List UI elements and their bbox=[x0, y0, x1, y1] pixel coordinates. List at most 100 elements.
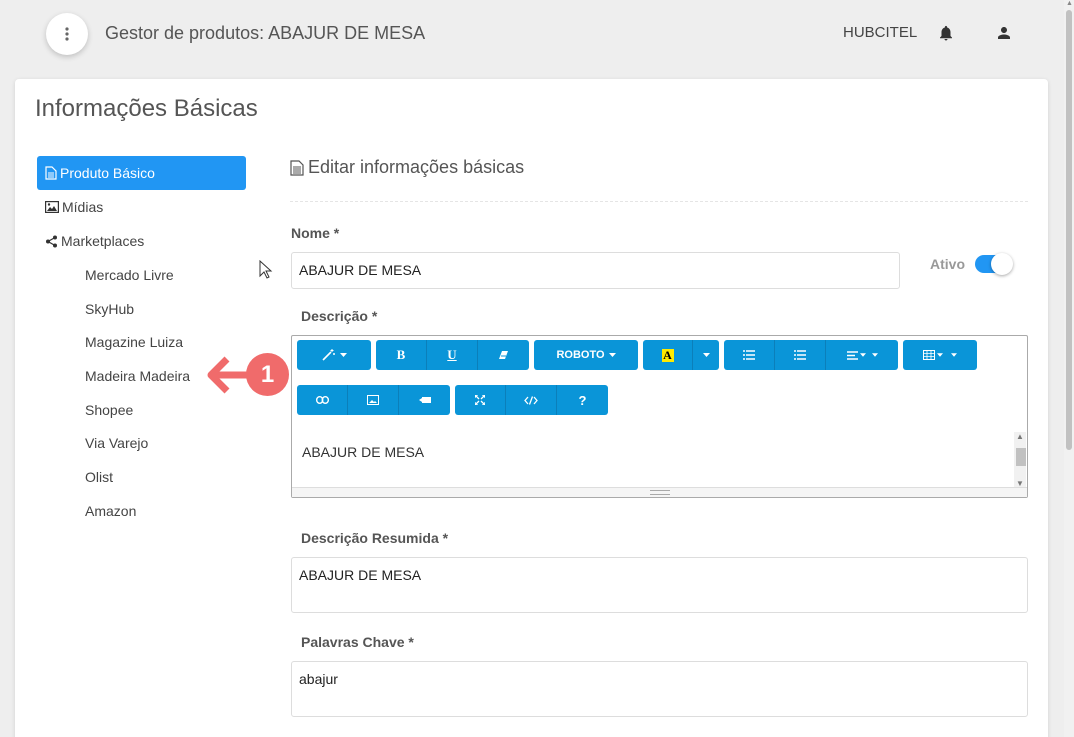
more-vert-icon bbox=[65, 27, 69, 41]
view-group: ? bbox=[455, 385, 608, 415]
ativo-label: Ativo bbox=[930, 256, 965, 272]
file-icon bbox=[290, 159, 304, 176]
palavras-field[interactable]: abajur bbox=[291, 661, 1028, 717]
fullscreen-button[interactable] bbox=[455, 385, 506, 415]
link-button[interactable] bbox=[297, 385, 348, 415]
sidebar-item-midias[interactable]: Mídias bbox=[37, 190, 246, 224]
help-button[interactable]: ? bbox=[557, 385, 608, 415]
link-icon bbox=[315, 396, 329, 404]
list-number-icon bbox=[794, 350, 806, 360]
caret-down-icon bbox=[702, 353, 710, 357]
marketplace-item[interactable]: Magazine Luiza bbox=[37, 325, 246, 359]
resumida-label: Descrição Resumida * bbox=[301, 530, 449, 546]
unordered-list-button[interactable] bbox=[724, 340, 775, 370]
caret-down-icon bbox=[871, 353, 878, 357]
page-title: Gestor de produtos: ABAJUR DE MESA bbox=[105, 23, 426, 43]
descricao-label: Descrição * bbox=[301, 308, 378, 324]
paragraph-group bbox=[724, 340, 898, 370]
insert-group bbox=[297, 385, 450, 415]
font-style-group: B U bbox=[376, 340, 529, 370]
bell-icon[interactable] bbox=[937, 24, 955, 42]
code-icon bbox=[524, 395, 538, 405]
scroll-up-icon[interactable]: ▲ bbox=[1066, 0, 1073, 7]
editor-content[interactable]: ABAJUR DE MESA bbox=[302, 444, 424, 460]
highlight-color-button[interactable]: A bbox=[643, 340, 693, 370]
text-color-icon: A bbox=[661, 347, 674, 362]
image-button[interactable] bbox=[348, 385, 399, 415]
video-button[interactable] bbox=[399, 385, 450, 415]
fullscreen-icon bbox=[475, 395, 485, 405]
marketplace-item[interactable]: Olist bbox=[37, 460, 246, 494]
eraser-icon bbox=[498, 351, 508, 359]
section-title-text: Editar informações básicas bbox=[308, 157, 525, 177]
grip-icon bbox=[649, 490, 670, 495]
magic-wand-icon bbox=[321, 349, 335, 361]
rich-text-editor[interactable]: B U ROBOTO A ? ABAJUR DE MESA ▲ ▼ bbox=[291, 335, 1028, 498]
user-icon[interactable] bbox=[995, 24, 1013, 42]
arrow-left-icon bbox=[207, 356, 251, 394]
marketplace-item[interactable]: Amazon bbox=[37, 494, 246, 528]
picture-icon bbox=[367, 395, 379, 405]
divider bbox=[290, 201, 1028, 202]
video-icon bbox=[418, 397, 431, 403]
style-group bbox=[297, 340, 371, 370]
table-icon bbox=[923, 350, 935, 360]
mouse-cursor-icon bbox=[259, 260, 273, 279]
toggle-knob bbox=[991, 253, 1013, 275]
marketplace-item[interactable]: Shopee bbox=[37, 393, 246, 427]
align-left-icon bbox=[846, 350, 858, 360]
section-title: Editar informações básicas bbox=[290, 157, 524, 178]
table-button[interactable] bbox=[903, 340, 977, 370]
eraser-button[interactable] bbox=[478, 340, 529, 370]
toolbar-row-2: ? bbox=[297, 385, 613, 415]
nome-field[interactable]: ABAJUR DE MESA bbox=[291, 252, 900, 289]
sidebar-item-label: Produto Básico bbox=[60, 165, 155, 181]
sidebar: Produto Básico Mídias Marketplaces Merca… bbox=[37, 156, 246, 528]
editor-resize-handle[interactable] bbox=[292, 487, 1027, 497]
caret-down-icon bbox=[937, 353, 943, 357]
ativo-toggle[interactable] bbox=[975, 253, 1013, 275]
ordered-list-button[interactable] bbox=[775, 340, 826, 370]
marketplace-item[interactable]: Via Varejo bbox=[37, 426, 246, 460]
scrollbar-thumb[interactable] bbox=[1066, 10, 1072, 450]
menu-button[interactable] bbox=[46, 13, 88, 55]
editor-scrollbar[interactable]: ▲ ▼ bbox=[1014, 432, 1026, 488]
color-group: A bbox=[643, 340, 719, 370]
main-card: Informações Básicas Produto Básico Mídia… bbox=[15, 79, 1048, 737]
align-button[interactable] bbox=[826, 340, 898, 370]
underline-button[interactable]: U bbox=[427, 340, 478, 370]
font-family-button[interactable]: ROBOTO bbox=[534, 340, 638, 370]
color-dropdown-button[interactable] bbox=[693, 340, 719, 370]
annotation-badge: 1 bbox=[246, 353, 289, 396]
top-bar: Gestor de produtos: ABAJUR DE MESA HUBCI… bbox=[0, 0, 1064, 70]
marketplace-item[interactable]: SkyHub bbox=[37, 292, 246, 326]
page-scrollbar[interactable]: ▲ bbox=[1064, 0, 1074, 737]
font-family-group: ROBOTO bbox=[534, 340, 638, 370]
caret-down-icon bbox=[951, 353, 957, 357]
bold-button[interactable]: B bbox=[376, 340, 427, 370]
help-icon: ? bbox=[578, 392, 587, 408]
palavras-label: Palavras Chave * bbox=[301, 634, 414, 650]
file-icon bbox=[45, 166, 57, 180]
caret-down-icon bbox=[339, 353, 347, 357]
resumida-field[interactable]: ABAJUR DE MESA bbox=[291, 557, 1028, 613]
font-family-label: ROBOTO bbox=[556, 349, 605, 361]
sidebar-item-marketplaces[interactable]: Marketplaces bbox=[37, 224, 246, 258]
sidebar-item-produto-basico[interactable]: Produto Básico bbox=[37, 156, 246, 190]
table-group bbox=[903, 340, 977, 370]
toolbar-row-1: B U ROBOTO A bbox=[297, 340, 982, 370]
share-icon bbox=[46, 235, 57, 247]
card-title: Informações Básicas bbox=[35, 95, 258, 122]
scrollbar-thumb[interactable] bbox=[1016, 448, 1026, 466]
scroll-up-icon[interactable]: ▲ bbox=[1016, 432, 1024, 441]
code-view-button[interactable] bbox=[506, 385, 557, 415]
marketplace-item[interactable]: Mercado Livre bbox=[37, 258, 246, 292]
magic-style-button[interactable] bbox=[297, 340, 371, 370]
caret-down-icon bbox=[859, 353, 866, 357]
caret-down-icon bbox=[608, 353, 616, 357]
list-bullet-icon bbox=[743, 350, 755, 360]
sidebar-item-label: Mídias bbox=[62, 199, 104, 215]
nome-label: Nome * bbox=[291, 225, 340, 241]
image-icon bbox=[45, 201, 59, 213]
org-name: HUBCITEL bbox=[843, 24, 918, 41]
